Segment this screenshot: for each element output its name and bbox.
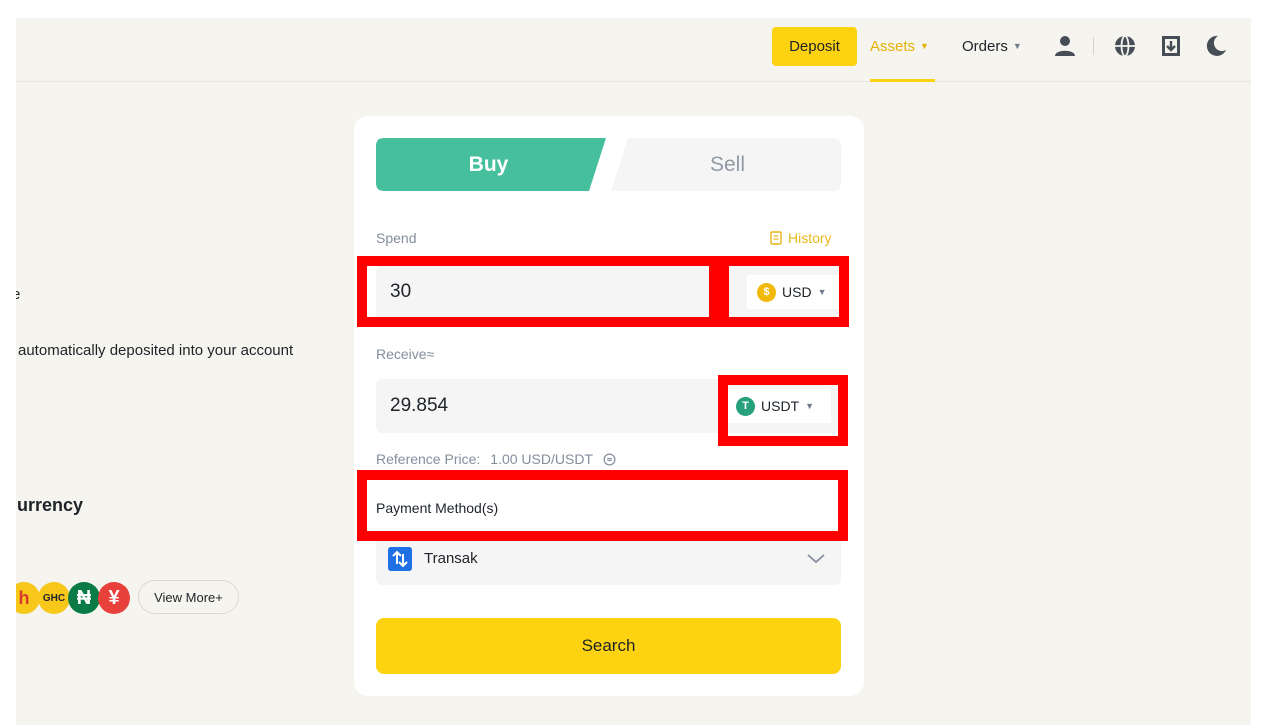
moon-icon[interactable]: [1204, 34, 1228, 58]
history-link[interactable]: History: [770, 230, 832, 246]
spend-amount-input[interactable]: [390, 265, 690, 319]
transak-logo-icon: [388, 547, 412, 571]
spend-input-box: $ USD ▼: [376, 265, 841, 319]
caret-down-icon: ▼: [920, 41, 929, 51]
page: Deposit Assets ▼ Orders ▼ e automaticall…: [16, 18, 1251, 725]
currency-coin-row: h GHC ₦ ¥: [16, 582, 140, 614]
coin-icon: h: [16, 582, 40, 614]
history-document-icon: [770, 231, 782, 245]
usd-coin-icon: $: [757, 282, 776, 302]
auto-deposit-text: automatically deposited into your accoun…: [18, 342, 294, 359]
caret-down-icon: ▼: [1012, 41, 1022, 51]
usdt-coin-icon: T: [736, 396, 755, 416]
receive-currency-label: USDT: [761, 398, 800, 414]
nav-divider: [1093, 37, 1094, 55]
nav-assets-menu[interactable]: Assets ▼: [870, 38, 929, 55]
buy-sell-card: Buy Sell Spend History $ USD ▼ Receive≈ …: [354, 116, 864, 696]
nav-orders-label: Orders: [962, 38, 1008, 55]
reference-price-value: 1.00 USD/USDT: [490, 451, 593, 467]
caret-down-icon: ▼: [817, 287, 827, 297]
receive-amount-input[interactable]: [390, 379, 690, 433]
nav-assets-label: Assets: [870, 38, 916, 55]
currency-heading: urrency: [17, 495, 84, 515]
receive-input-box: T USDT ▼: [376, 379, 841, 433]
deposit-button[interactable]: Deposit: [772, 27, 857, 66]
payment-provider-select[interactable]: Transak: [376, 533, 841, 585]
history-label: History: [788, 230, 832, 246]
tab-sell[interactable]: Sell: [614, 138, 841, 191]
tab-buy[interactable]: Buy: [376, 138, 601, 191]
left-partial-text: e: [16, 286, 21, 303]
reference-price-label: Reference Price:: [376, 451, 481, 467]
caret-down-icon: ▼: [805, 401, 815, 411]
reference-price: Reference Price: 1.00 USD/USDT: [376, 451, 616, 467]
coin-icon: ₦: [68, 582, 100, 614]
top-nav-bar: Deposit Assets ▼ Orders ▼: [16, 18, 1251, 82]
refresh-icon[interactable]: [603, 453, 616, 466]
payment-provider-name: Transak: [424, 550, 478, 567]
view-more-button[interactable]: View More+: [138, 580, 239, 614]
nav-orders-menu[interactable]: Orders ▼: [962, 38, 1022, 55]
receive-label: Receive≈: [376, 346, 435, 362]
user-icon[interactable]: [1053, 34, 1077, 58]
coin-icon: GHC: [38, 582, 70, 614]
spend-currency-label: USD: [782, 284, 812, 300]
globe-icon[interactable]: [1113, 34, 1137, 58]
search-button[interactable]: Search: [376, 618, 841, 674]
chevron-down-icon: [807, 554, 825, 564]
coin-icon: ¥: [98, 582, 130, 614]
active-nav-underline: [870, 79, 935, 82]
payment-method-label: Payment Method(s): [376, 500, 499, 516]
spend-currency-select[interactable]: $ USD ▼: [747, 275, 841, 309]
receive-currency-select[interactable]: T USDT ▼: [726, 389, 831, 423]
download-icon[interactable]: [1159, 34, 1183, 58]
spend-label: Spend: [376, 230, 417, 246]
